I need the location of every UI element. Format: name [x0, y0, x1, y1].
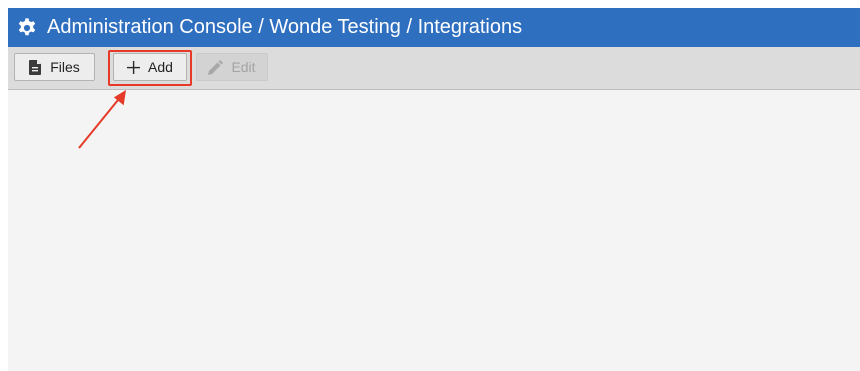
plus-icon — [127, 60, 141, 74]
edit-button-label: Edit — [231, 59, 256, 75]
toolbar: Files Add Edit — [8, 47, 860, 90]
pencil-icon — [208, 59, 224, 75]
breadcrumb-title: Administration Console / Wonde Testing /… — [47, 16, 523, 38]
admin-console-window: Administration Console / Wonde Testing /… — [8, 8, 860, 371]
add-button[interactable]: Add — [113, 53, 187, 81]
title-bar: Administration Console / Wonde Testing /… — [8, 8, 860, 47]
content-area — [8, 90, 860, 371]
files-button-label: Files — [50, 59, 80, 75]
gear-icon — [15, 16, 39, 40]
add-button-label: Add — [148, 59, 173, 75]
edit-button[interactable]: Edit — [196, 53, 268, 81]
file-icon — [29, 59, 42, 75]
files-button[interactable]: Files — [14, 53, 95, 81]
